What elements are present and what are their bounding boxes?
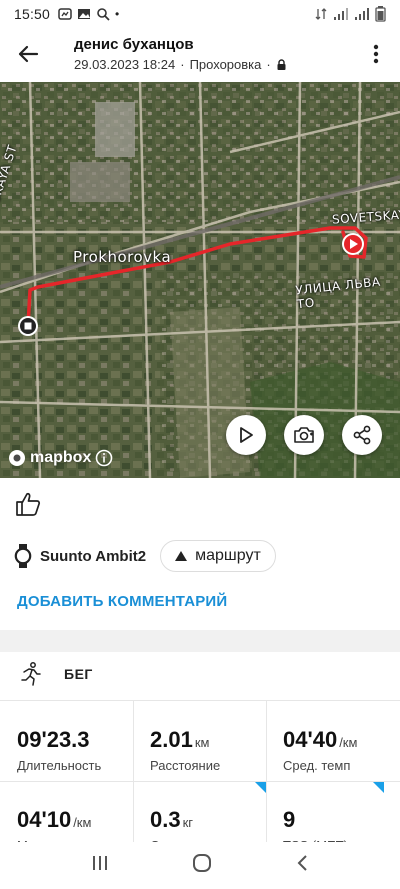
- info-icon[interactable]: [95, 449, 113, 467]
- add-photo-button[interactable]: [284, 415, 324, 455]
- arrow-left-icon: [18, 45, 39, 63]
- stat-duration[interactable]: 09'23.3 Длительность: [0, 701, 133, 781]
- activity-datetime: 29.03.2023 18:24: [74, 57, 176, 72]
- device-name: Suunto Ambit2: [40, 547, 147, 565]
- triangle-up-icon: [175, 551, 188, 561]
- add-comment-link[interactable]: ДОБАВИТЬ КОММЕНТАРИЙ: [17, 593, 227, 610]
- header-text: денис буханцов 29.03.2023 18:24 · Прохор…: [56, 36, 352, 72]
- more-vertical-icon: [373, 44, 379, 64]
- stats-grid: 09'23.3 Длительность 2.01 км Расстояние 0…: [0, 701, 400, 851]
- meta-separator-2: ·: [266, 57, 271, 72]
- section-gap: [0, 630, 400, 652]
- grid-line-vertical: [266, 701, 267, 851]
- like-button[interactable]: [14, 490, 44, 520]
- stat-label: Расстояние: [150, 758, 221, 773]
- route-chip-label: маршрут: [195, 547, 261, 564]
- expand-corner-marker: [373, 782, 384, 793]
- stat-value: 04'40/км: [283, 727, 358, 752]
- stat-value: 04'10/км: [17, 807, 92, 832]
- activity-location: Прохоровка: [189, 57, 262, 72]
- status-dot: •: [115, 7, 120, 21]
- search-status-icon: [97, 8, 110, 21]
- back-button[interactable]: [0, 28, 56, 80]
- system-nav-bar: [0, 842, 400, 889]
- share-icon: [353, 425, 371, 445]
- battery-icon: [375, 6, 386, 22]
- recent-apps-button[interactable]: [91, 854, 109, 877]
- watch-icon: [14, 544, 32, 568]
- stat-fat-burn[interactable]: 0.3кг Сжигание жира: [133, 781, 266, 851]
- sport-row: БЕГ: [20, 662, 93, 686]
- play-icon: [240, 427, 253, 443]
- status-bar: 15:50 •: [0, 0, 400, 28]
- activity-header: денис буханцов 29.03.2023 18:24 · Прохор…: [0, 28, 400, 80]
- running-icon: [21, 662, 41, 686]
- expand-corner-marker: [255, 782, 266, 793]
- stat-value: 09'23.3: [17, 727, 90, 752]
- lock-icon: [277, 58, 286, 70]
- device-row: Suunto Ambit2 маршрут: [14, 540, 276, 572]
- grid-line-vertical: [133, 701, 134, 851]
- stat-label: Длительность: [17, 758, 102, 773]
- share-button[interactable]: [342, 415, 382, 455]
- signal-icon-1: [334, 7, 348, 20]
- chevron-left-icon: [297, 855, 307, 871]
- stat-value: 2.01 км: [150, 727, 210, 752]
- mapbox-logo-icon: [9, 450, 25, 466]
- thumbs-up-icon: [16, 492, 41, 516]
- recent-apps-icon: [93, 856, 108, 870]
- stat-distance[interactable]: 2.01 км Расстояние: [133, 701, 266, 781]
- route-map[interactable]: ORSKAYA ST Prokhorovka SOVETSKAY УЛИЦА Л…: [0, 82, 400, 478]
- camera-plus-icon: [294, 427, 314, 443]
- status-icons-left: •: [58, 7, 119, 21]
- sport-label: БЕГ: [64, 666, 93, 682]
- signal-icon-2: [355, 7, 369, 20]
- play-route-button[interactable]: [226, 415, 266, 455]
- gallery-icon: [78, 9, 91, 19]
- status-time: 15:50: [14, 6, 51, 22]
- mapbox-wordmark: mapbox: [30, 449, 92, 466]
- activity-meta: 29.03.2023 18:24 · Прохоровка ·: [74, 57, 352, 72]
- athlete-name[interactable]: денис буханцов: [74, 36, 352, 53]
- stat-max-pace[interactable]: 04'10/км Макс. темп: [0, 781, 133, 851]
- stat-value: 9: [283, 807, 296, 832]
- grid-line-horizontal: [0, 781, 400, 782]
- stat-value: 0.3 кг: [150, 807, 194, 832]
- notification-icon: [58, 8, 72, 20]
- data-transfer-icon: [315, 8, 327, 20]
- nav-back-button[interactable]: [295, 854, 309, 877]
- home-button[interactable]: [192, 853, 212, 878]
- stat-avg-pace[interactable]: 04'40/км Сред. темп: [266, 701, 399, 781]
- home-icon: [192, 854, 211, 872]
- mapbox-attribution: mapbox: [8, 449, 113, 467]
- meta-separator: ·: [180, 57, 185, 72]
- more-options-button[interactable]: [352, 28, 400, 80]
- route-chip[interactable]: маршрут: [160, 540, 276, 572]
- status-icons-right: [314, 6, 386, 22]
- stat-label: Сред. темп: [283, 758, 351, 773]
- map-label-town: Prokhorovka: [73, 248, 172, 266]
